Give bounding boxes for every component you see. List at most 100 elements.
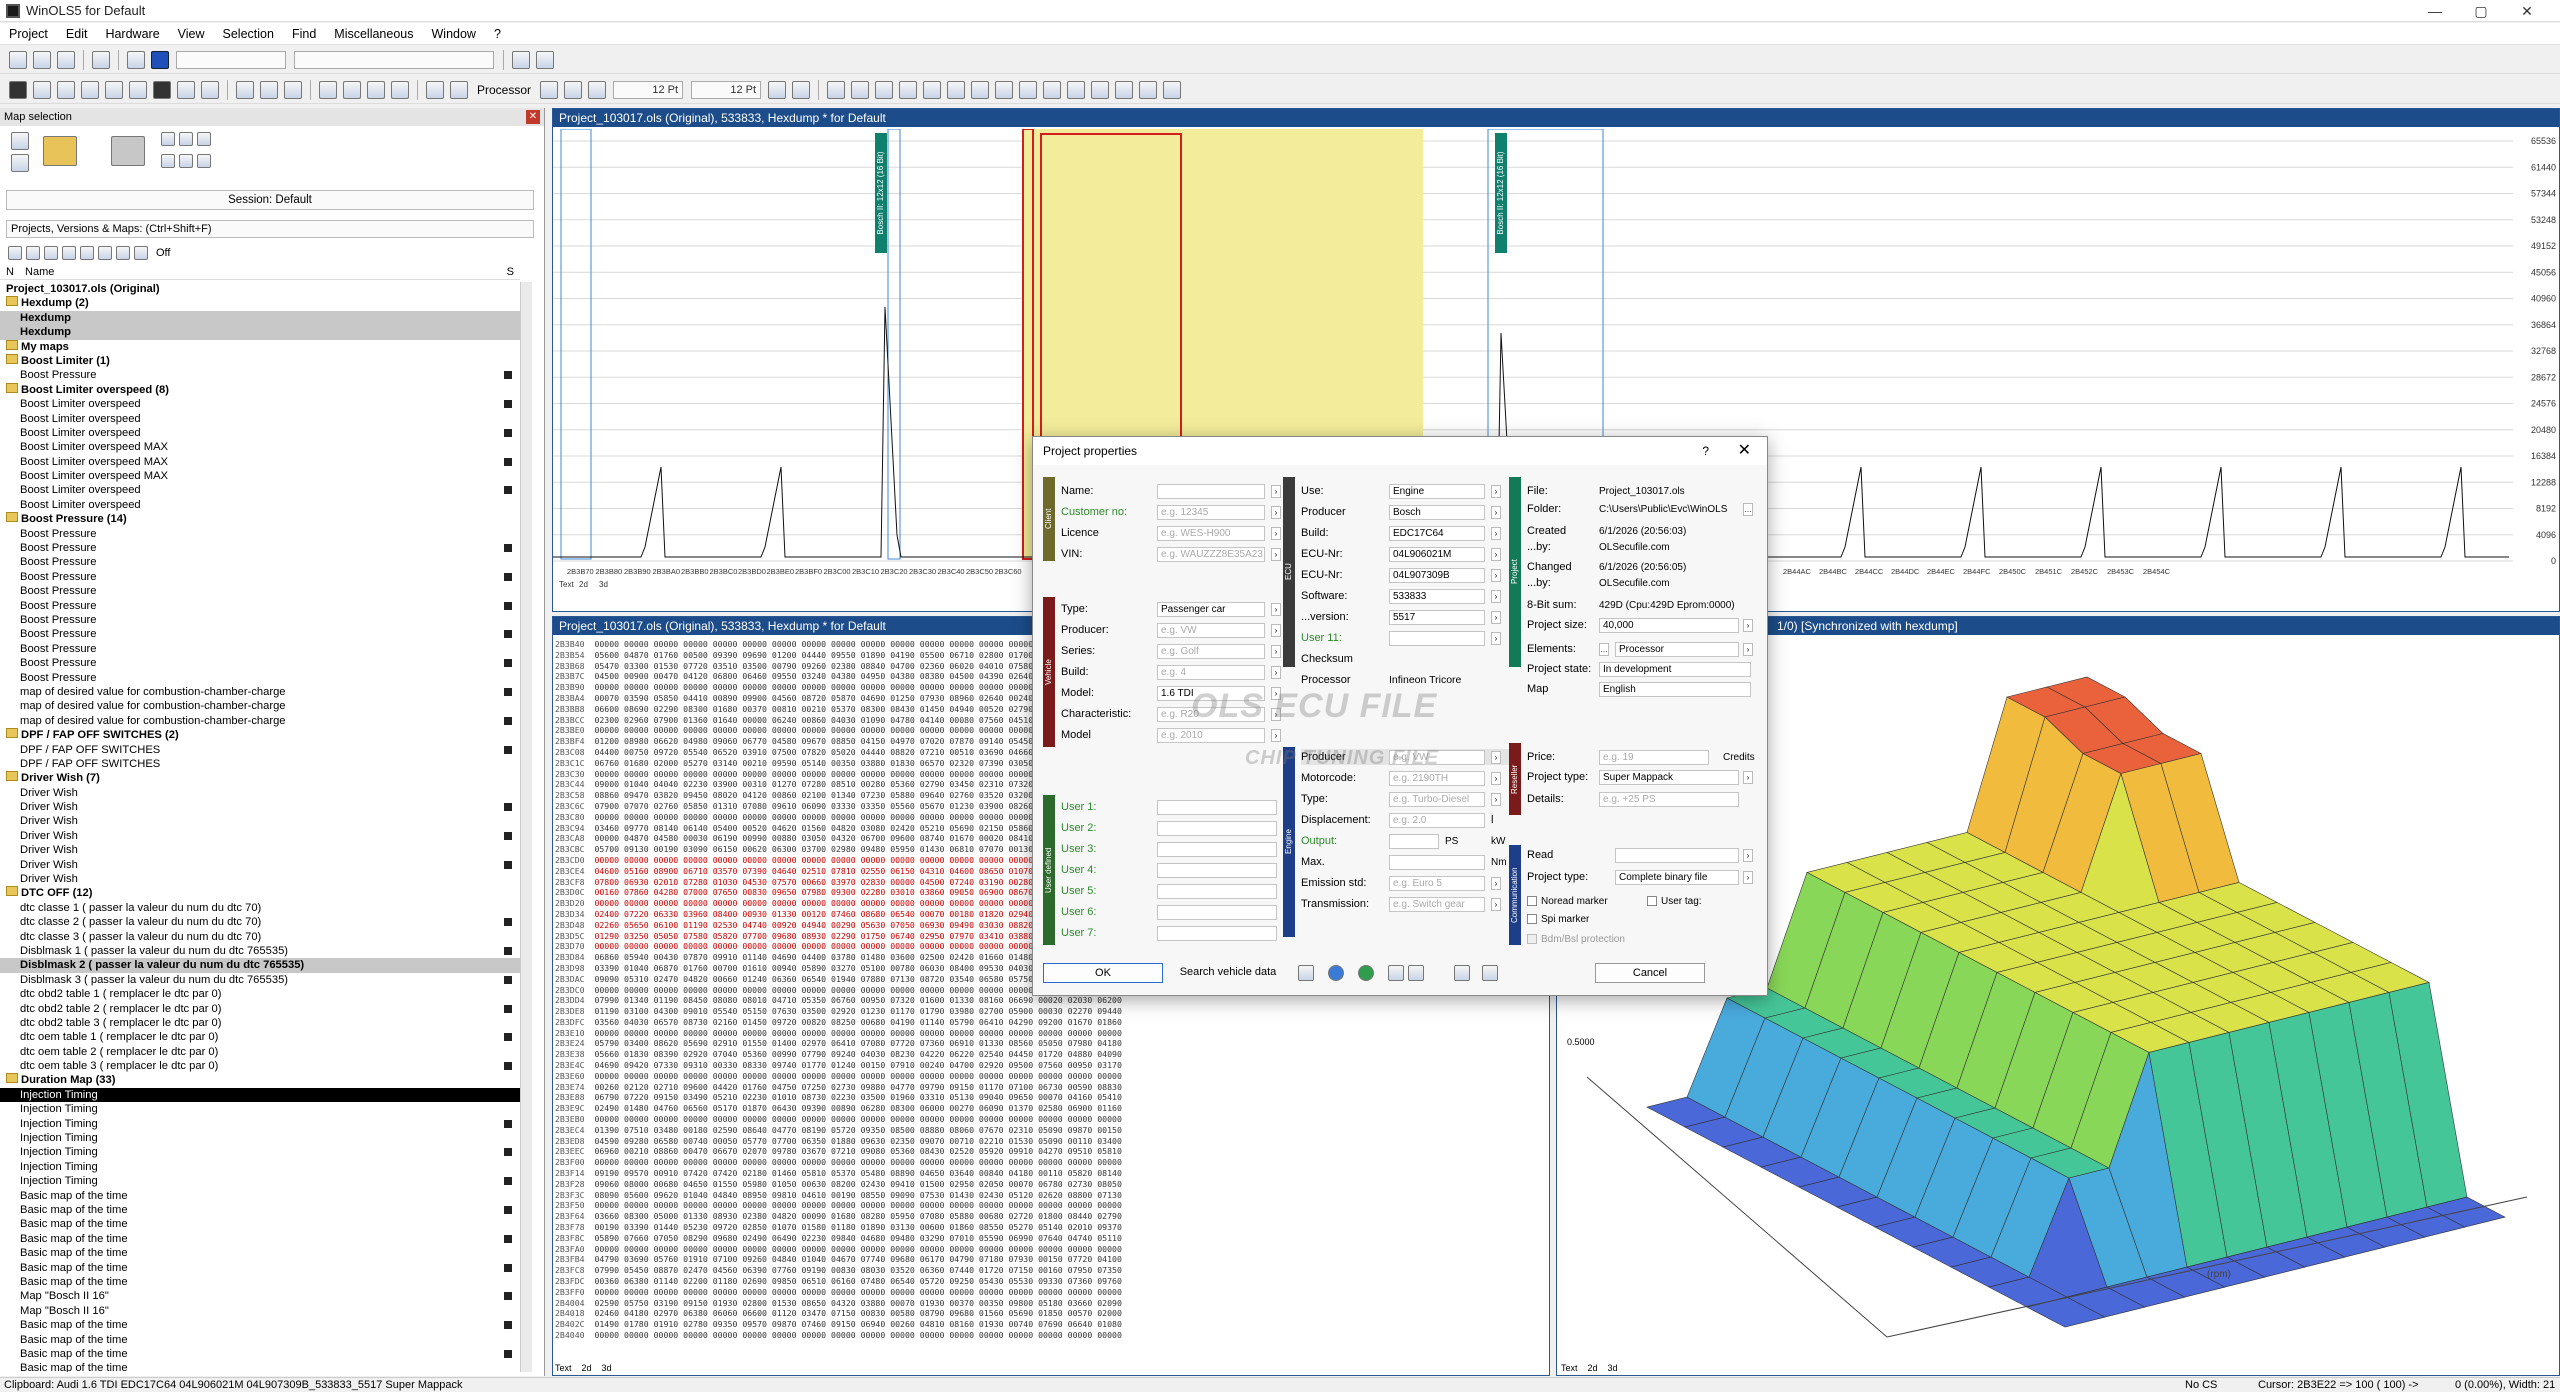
tree-item[interactable]: Basic map of the time bbox=[0, 1189, 520, 1203]
tree-item[interactable]: map of desired value for combustion-cham… bbox=[0, 714, 520, 728]
window-icon[interactable] bbox=[151, 50, 169, 69]
expand-button[interactable]: › bbox=[1491, 897, 1501, 911]
read-field[interactable] bbox=[1615, 847, 1739, 863]
prev-icon[interactable] bbox=[129, 80, 147, 99]
tree-item[interactable]: dtc obd2 table 1 ( remplacer le dtc par … bbox=[0, 987, 520, 1001]
tool-b-icon[interactable] bbox=[179, 132, 193, 146]
tab-text[interactable]: Text bbox=[1561, 1363, 1578, 1373]
hex-row[interactable]: 2B3F28 09060 08000 00680 04650 01550 059… bbox=[555, 1179, 1415, 1190]
tool-f-icon[interactable] bbox=[197, 154, 211, 168]
percent-icon[interactable] bbox=[1043, 80, 1062, 99]
delta-icon[interactable] bbox=[1067, 80, 1086, 99]
hex-row[interactable]: 2B3E74 00260 02120 02710 09600 04420 017… bbox=[555, 1082, 1415, 1093]
hex-row[interactable]: 2B3F64 03660 08300 05000 01330 08930 023… bbox=[555, 1211, 1415, 1222]
tree-item[interactable]: Basic map of the time bbox=[0, 1217, 520, 1231]
tree-item[interactable]: Boost Pressure bbox=[0, 656, 520, 670]
open-folder-icon[interactable] bbox=[43, 136, 77, 166]
expand-button[interactable]: › bbox=[1491, 610, 1501, 624]
tree-item[interactable]: Basic map of the time bbox=[0, 1361, 520, 1372]
page-icon[interactable] bbox=[426, 80, 444, 99]
tree-item[interactable]: Basic map of the time bbox=[0, 1347, 520, 1361]
tree-item[interactable]: Basic map of the time bbox=[0, 1261, 520, 1275]
expand-button[interactable]: › bbox=[1491, 526, 1501, 540]
last-icon[interactable] bbox=[201, 80, 219, 99]
selector-field-1[interactable] bbox=[176, 50, 286, 69]
web-icon[interactable] bbox=[1358, 965, 1374, 981]
menu-window[interactable]: Window bbox=[423, 27, 485, 41]
tree-item[interactable]: Boost Pressure bbox=[0, 541, 520, 555]
bits-icon[interactable] bbox=[851, 80, 870, 99]
tree-folder[interactable]: Driver Wish (7) bbox=[0, 771, 520, 785]
bdm-checkbox[interactable] bbox=[1527, 934, 1537, 944]
globe-icon[interactable] bbox=[1328, 965, 1344, 981]
hex-row[interactable]: 2B3F3C 08090 05600 09620 01040 04840 089… bbox=[555, 1190, 1415, 1201]
tool-a-icon[interactable] bbox=[161, 132, 175, 146]
hex-row[interactable]: 2B3E9C 02490 01480 04760 06560 05170 018… bbox=[555, 1103, 1415, 1114]
home-icon[interactable] bbox=[367, 80, 385, 99]
export-icon[interactable] bbox=[1482, 965, 1498, 981]
hex-row[interactable]: 2B3F14 09190 09570 00910 07420 07420 021… bbox=[555, 1168, 1415, 1179]
tree-item[interactable]: Boost Pressure bbox=[0, 599, 520, 613]
usertag-checkbox[interactable] bbox=[1647, 896, 1657, 906]
tree-item[interactable]: Boost Limiter overspeed bbox=[0, 483, 520, 497]
folder-icon[interactable] bbox=[111, 136, 145, 166]
licence-field[interactable]: e.g. WES-H900 bbox=[1157, 525, 1265, 541]
tab-3d[interactable]: 3d bbox=[1608, 1363, 1618, 1373]
tree-item[interactable]: Disblmask 1 ( passer la valeur du num du… bbox=[0, 944, 520, 958]
help-icon[interactable] bbox=[588, 80, 607, 99]
minimize-button[interactable]: — bbox=[2412, 0, 2458, 22]
arrow-right-icon[interactable] bbox=[391, 80, 409, 99]
hex-row[interactable]: 2B4040 00000 00000 00000 00000 00000 000… bbox=[555, 1330, 1415, 1341]
tree-item[interactable]: Basic map of the time bbox=[0, 1232, 520, 1246]
maximize-button[interactable]: ▢ bbox=[2458, 0, 2504, 22]
menu-miscellaneous[interactable]: Miscellaneous bbox=[325, 27, 422, 41]
tree-item[interactable]: Injection Timing bbox=[0, 1145, 520, 1159]
back-icon[interactable] bbox=[512, 50, 530, 69]
max-torque-field[interactable] bbox=[1389, 854, 1485, 870]
expand-button[interactable]: › bbox=[1743, 618, 1753, 632]
cancel-button[interactable]: Cancel bbox=[1595, 963, 1705, 983]
tab-2d[interactable]: 2d bbox=[1588, 1363, 1598, 1373]
menu-edit[interactable]: Edit bbox=[57, 27, 97, 41]
tree-item[interactable]: DPF / FAP OFF SWITCHES bbox=[0, 743, 520, 757]
model-year-field[interactable]: e.g. 2010 bbox=[1157, 727, 1265, 743]
tree-item[interactable]: Basic map of the time bbox=[0, 1203, 520, 1217]
tree-item[interactable]: Boost Limiter overspeed MAX bbox=[0, 440, 520, 454]
vehicle-type-field[interactable]: Passenger car bbox=[1157, 601, 1265, 617]
expand-button[interactable]: › bbox=[1491, 484, 1501, 498]
tree-item[interactable]: Boost Limiter overspeed MAX bbox=[0, 455, 520, 469]
tree-item[interactable]: Basic map of the time bbox=[0, 1333, 520, 1347]
tree-item[interactable]: Injection Timing bbox=[0, 1174, 520, 1188]
session-button[interactable]: Session: Default bbox=[6, 190, 534, 210]
tab-3d[interactable]: 3d bbox=[602, 1363, 612, 1373]
tree-item[interactable]: Boost Pressure bbox=[0, 627, 520, 641]
user-field[interactable] bbox=[1157, 883, 1277, 899]
tree-item[interactable]: Boost Limiter overspeed bbox=[0, 412, 520, 426]
hex-row[interactable]: 2B3EC4 01390 07510 03480 00180 02590 086… bbox=[555, 1125, 1415, 1136]
close-pane-icon[interactable]: ✕ bbox=[526, 110, 540, 124]
tool-c-icon[interactable] bbox=[197, 132, 211, 146]
font-size-field-1[interactable]: 12 Pt bbox=[613, 80, 684, 99]
map-language-select[interactable]: English bbox=[1599, 681, 1751, 697]
spi-checkbox[interactable] bbox=[1527, 914, 1537, 924]
tree-scrollbar[interactable] bbox=[520, 282, 532, 1372]
ok-button[interactable]: OK bbox=[1043, 963, 1163, 983]
hex-row[interactable]: 2B4018 02460 04180 02970 06380 06060 066… bbox=[555, 1308, 1415, 1319]
hex-icon[interactable] bbox=[995, 80, 1014, 99]
expand-button[interactable]: › bbox=[1491, 589, 1501, 603]
menu-project[interactable]: Project bbox=[0, 27, 57, 41]
hex-row[interactable]: 2B3FC8 07990 05450 08870 02470 04560 063… bbox=[555, 1265, 1415, 1276]
globe-icon[interactable] bbox=[343, 80, 361, 99]
filter7-icon[interactable] bbox=[116, 246, 130, 260]
transmission-field[interactable]: e.g. Switch gear bbox=[1389, 896, 1485, 912]
hex-row[interactable]: 2B3DFC 03560 04030 06570 08730 02160 014… bbox=[555, 1017, 1415, 1028]
original-icon[interactable] bbox=[1115, 80, 1134, 99]
bits3-icon[interactable] bbox=[899, 80, 918, 99]
database-icon[interactable] bbox=[1298, 965, 1314, 981]
stop-icon[interactable] bbox=[153, 80, 171, 99]
user-field[interactable] bbox=[1157, 841, 1277, 857]
tree-item[interactable]: Driver Wish bbox=[0, 786, 520, 800]
tree-folder[interactable]: My maps bbox=[0, 340, 520, 354]
tree-item[interactable]: Driver Wish bbox=[0, 843, 520, 857]
version-field[interactable]: 5517 bbox=[1389, 609, 1485, 625]
